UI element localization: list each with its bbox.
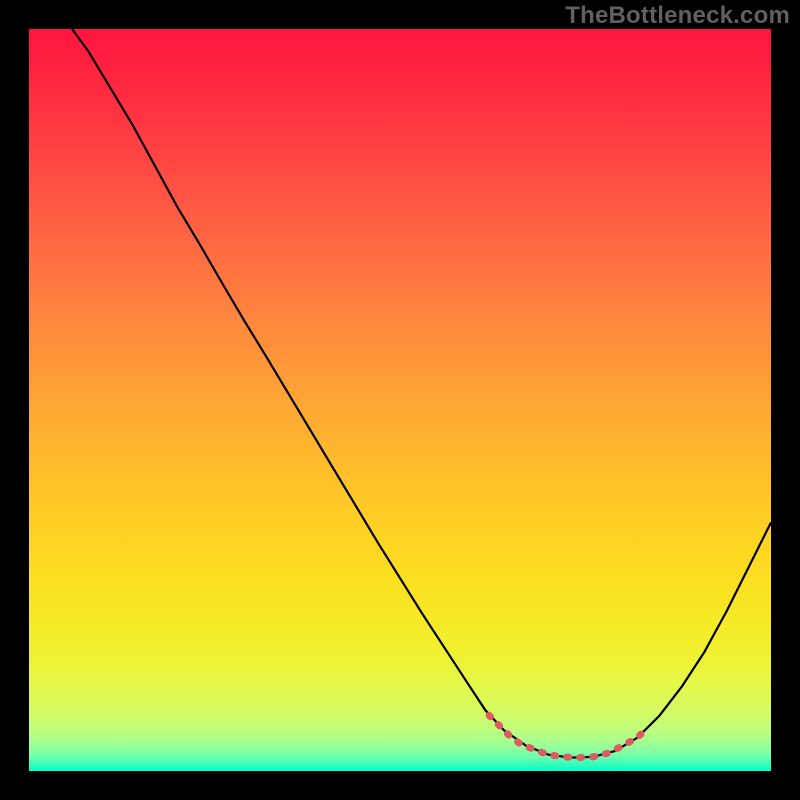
- plot-area: [29, 29, 771, 771]
- watermark-text: TheBottleneck.com: [565, 2, 790, 30]
- bottleneck-curve: [72, 29, 771, 758]
- chart-stage: TheBottleneck.com: [0, 0, 800, 800]
- curve-layer: [29, 29, 771, 771]
